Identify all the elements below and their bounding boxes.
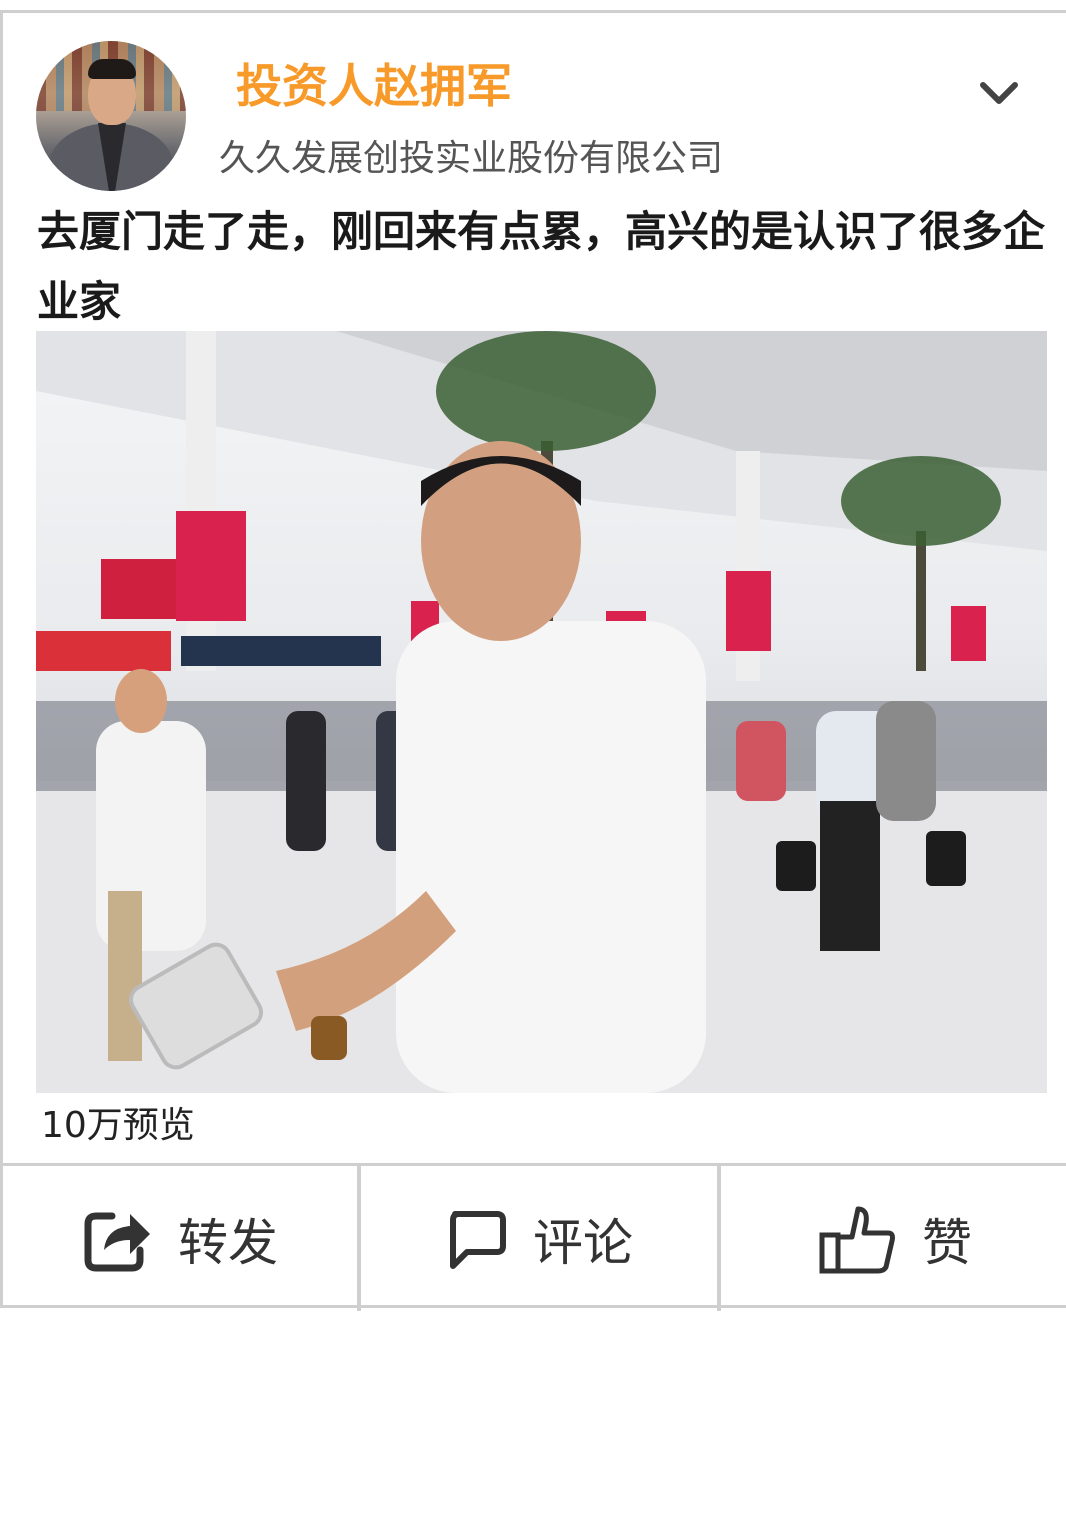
like-label: 赞	[922, 1213, 972, 1272]
comment-icon	[445, 1208, 507, 1270]
author-avatar[interactable]	[36, 41, 186, 191]
post-photo[interactable]	[36, 331, 1047, 1093]
like-button[interactable]: 赞	[721, 1166, 1066, 1311]
avatar-hair	[88, 59, 136, 79]
share-button[interactable]: 转发	[3, 1166, 361, 1311]
post-card: 投资人赵拥军 久久发展创投实业股份有限公司 去厦门走了走，刚回来有点累，高兴的是…	[0, 10, 1066, 1311]
action-bar: 转发 评论 赞	[3, 1163, 1066, 1311]
thumbs-up-icon	[818, 1203, 896, 1275]
comment-label: 评论	[533, 1213, 633, 1272]
author-name[interactable]: 投资人赵拥军	[236, 57, 512, 115]
share-label: 转发	[178, 1213, 278, 1272]
comment-button[interactable]: 评论	[361, 1166, 721, 1311]
view-count: 10万预览	[41, 1105, 195, 1146]
chevron-down-icon[interactable]	[971, 65, 1027, 121]
photo-scene	[36, 331, 1047, 1093]
post-text: 去厦门走了走，刚回来有点累，高兴的是认识了很多企业家	[37, 207, 1046, 326]
author-company: 久久发展创投实业股份有限公司	[219, 138, 724, 179]
share-icon	[82, 1206, 152, 1272]
